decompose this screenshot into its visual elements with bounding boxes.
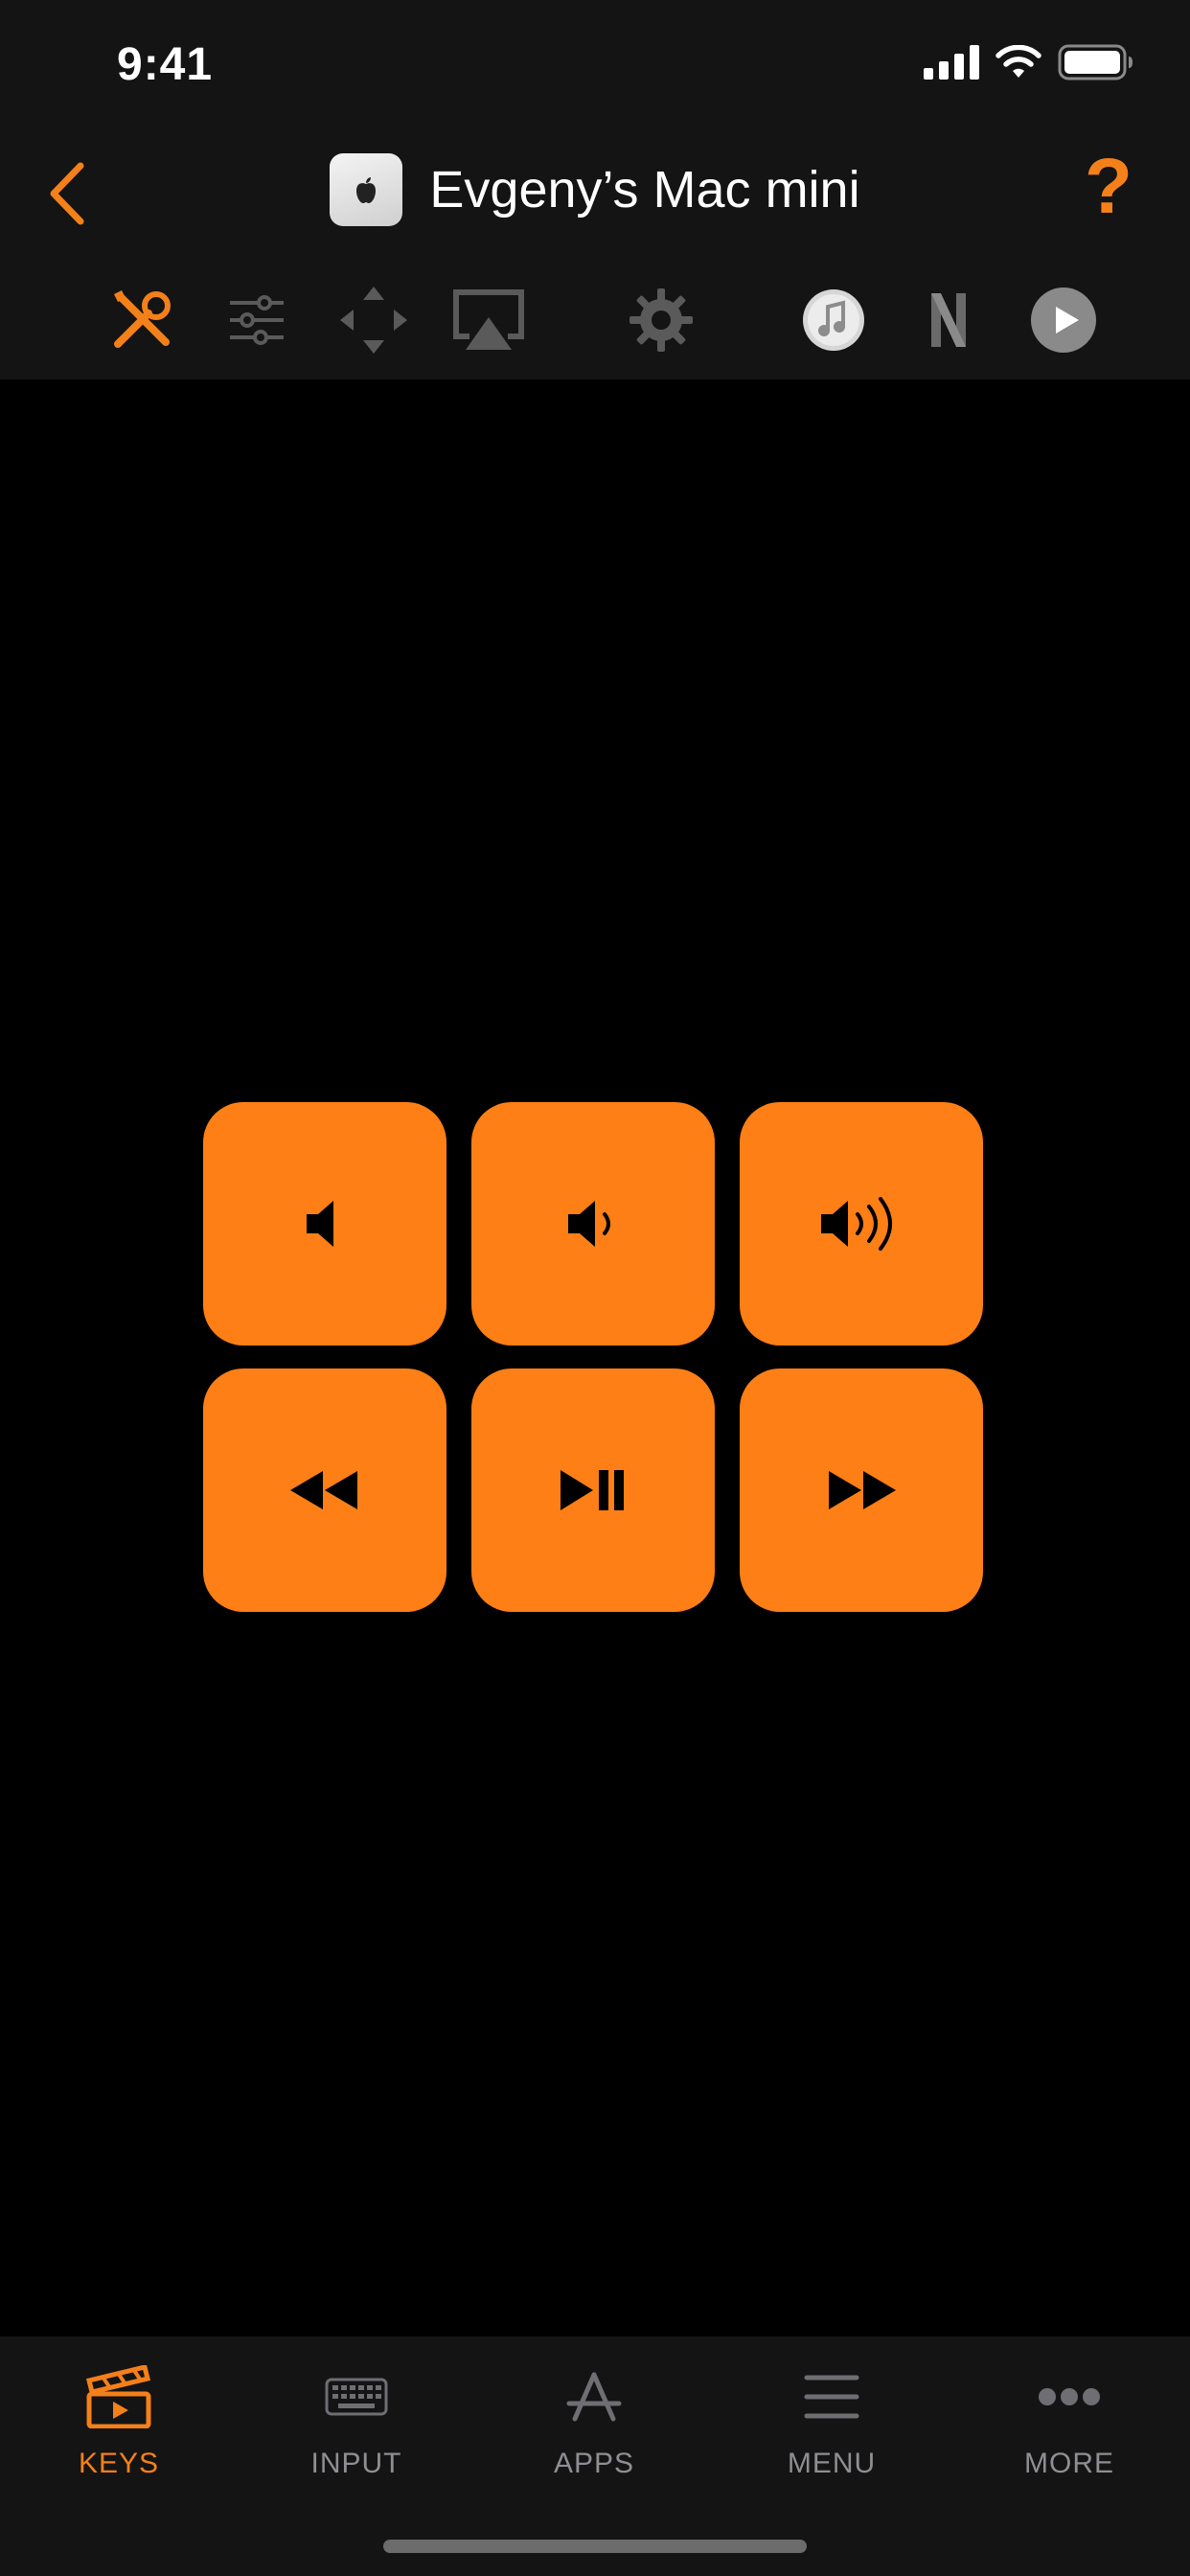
status-time: 9:41 [117,39,214,90]
volume-up-button[interactable] [740,1102,983,1346]
tools-icon [114,290,171,348]
apple-logo-icon [356,177,377,203]
volume-mute-icon [307,1201,333,1247]
sliders-icon [230,295,284,345]
netflix-icon [931,293,966,347]
wifi-icon [995,45,1041,78]
play-pause-button[interactable] [471,1368,715,1612]
tool-keys[interactable] [103,282,180,358]
tab-input[interactable]: INPUT [261,2361,452,2496]
play-circle-icon [1031,288,1096,353]
tab-more-label: MORE [1024,2448,1114,2479]
tool-media-player[interactable] [1025,282,1102,358]
media-key-grid [203,1102,983,1612]
tool-airplay[interactable] [450,282,527,358]
tab-apps[interactable]: APPS [498,2361,690,2496]
tab-keys[interactable]: KEYS [23,2361,215,2496]
home-indicator[interactable] [383,2540,807,2553]
tab-keys-label: KEYS [78,2448,160,2479]
play-pause-icon [561,1470,624,1510]
volume-mute-button[interactable] [203,1102,446,1346]
rewind-icon [290,1471,357,1509]
tool-settings-sliders[interactable] [218,282,295,358]
tab-menu[interactable]: MENU [736,2361,927,2496]
itunes-icon [803,289,864,351]
mac-mini-icon [330,153,403,226]
status-indicators [924,44,1134,80]
volume-high-icon [821,1197,892,1251]
rewind-button[interactable] [203,1368,446,1612]
page-title: Evgeny’s Mac mini [429,161,860,218]
menu-icon [793,2361,870,2432]
more-icon [1031,2361,1108,2432]
volume-down-button[interactable] [471,1102,715,1346]
tab-menu-label: MENU [787,2448,877,2479]
help-button[interactable]: ? [1085,148,1133,226]
tool-netflix[interactable] [910,282,987,358]
status-bar: 9:41 [0,0,1190,126]
gear-icon [629,288,693,352]
nav-bar: Evgeny’s Mac mini ? [0,126,1190,261]
volume-low-icon [568,1201,610,1247]
fast-forward-button[interactable] [740,1368,983,1612]
airplay-icon [453,289,524,350]
clapperboard-icon [80,2361,157,2432]
tool-itunes[interactable] [795,282,872,358]
keyboard-icon [318,2361,395,2432]
dpad-icon [340,287,407,354]
signal-icon [924,45,979,80]
fast-forward-icon [829,1471,896,1509]
tab-more[interactable]: MORE [973,2361,1165,2496]
battery-icon [1058,44,1133,80]
tool-system-settings[interactable] [623,282,699,358]
nav-title-group: Evgeny’s Mac mini [0,153,1190,226]
tab-input-label: INPUT [310,2448,402,2479]
tab-apps-label: APPS [553,2448,635,2479]
appstore-icon [556,2361,632,2432]
tool-dpad[interactable] [335,282,412,358]
toolbar [0,261,1190,380]
